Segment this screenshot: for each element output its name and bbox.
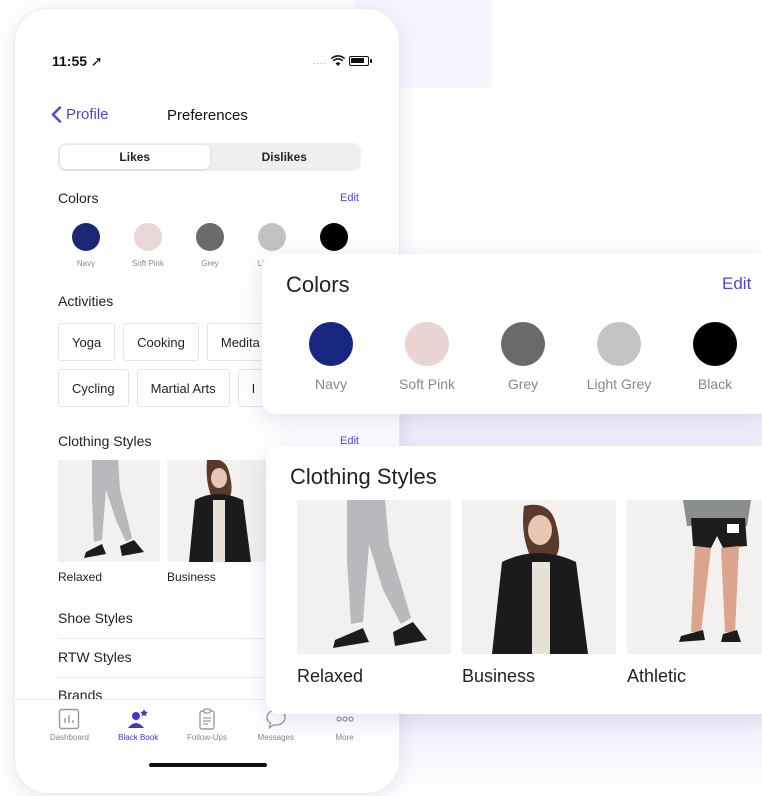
athletic-shorts-illustration [679,500,751,642]
athletic-style-image [627,500,762,654]
relaxed-style-image [58,460,160,562]
tab-dashboard[interactable]: Dashboard [39,700,99,749]
swatch-dot [72,223,100,251]
color-swatch[interactable]: Soft Pink [379,322,475,392]
swatch-label: Navy [76,259,96,268]
clothing-style-card[interactable]: Relaxed [297,500,451,687]
activity-chip-row: Yoga Cooking Medita [58,323,274,361]
swatch-dot [405,322,449,366]
coat-model-illustration [492,504,588,654]
swatch-dot [309,322,353,366]
tab-label: Follow-Ups [186,733,227,742]
segment-dislikes[interactable]: Dislikes [210,145,360,169]
colors-edit-link[interactable]: Edit [340,192,359,204]
color-swatch[interactable]: Black [667,322,762,392]
swatch-label: Light Grey [586,376,652,392]
swatch-label: Navy [315,376,347,392]
color-swatch[interactable]: Light Grey [571,322,667,392]
jogger-pants-illustration [333,500,427,648]
home-indicator [149,763,267,767]
style-caption: Business [462,666,536,686]
likes-dislikes-segmented-control: Likes Dislikes [58,143,361,171]
swatch-dot [134,223,162,251]
back-label: Profile [66,106,109,123]
wifi-icon [331,55,345,66]
tab-label: Black Book [118,733,159,742]
style-caption: Business [167,570,216,584]
activity-chip[interactable]: Cooking [123,323,199,361]
colors-heading: Colors [58,190,99,206]
chart-icon [59,708,80,730]
swatch-label: Black [697,376,733,392]
battery-icon [349,56,372,66]
clothing-style-card[interactable]: Athletic [627,500,762,687]
background-panel [398,412,762,448]
tab-label: Dashboard [49,733,89,742]
page-title: Preferences [167,107,248,124]
segment-likes[interactable]: Likes [60,145,210,169]
swatch-dot [258,223,286,251]
status-time: 11:55 ➚ [52,53,103,69]
coat-model-illustration [189,460,251,562]
relaxed-style-image [297,500,451,654]
clothing-styles-card-title: Clothing Styles [290,464,437,489]
clothing-styles-card: Clothing Styles Relaxed Business Athleti… [266,446,762,714]
clothing-style-row: Relaxed Business [297,500,762,687]
swatch-label: Soft Pink [131,259,164,268]
business-style-image [462,500,616,654]
swatch-label: Grey [201,259,219,268]
color-swatch[interactable]: Navy [283,322,379,392]
swatch-dot [501,322,545,366]
tab-label: More [335,733,354,742]
style-caption: Relaxed [297,666,364,686]
style-caption: Athletic [627,666,687,686]
tab-follow-ups[interactable]: Follow-Ups [177,700,237,749]
tab-black-book[interactable]: Black Book [108,700,168,749]
swatch-dot [693,322,737,366]
colors-card: Colors Edit Navy Soft Pink Grey Light Gr… [262,254,762,414]
activities-heading: Activities [58,293,114,309]
color-swatch[interactable]: Navy [55,223,117,268]
clothing-style-card[interactable]: Business [167,460,269,584]
colors-card-title: Colors [286,272,350,297]
signal-icon: .... [312,56,327,66]
clothing-style-row: Relaxed Business [58,460,269,584]
color-swatch[interactable]: Soft Pink [117,223,179,268]
swatch-dot [597,322,641,366]
activity-chip[interactable]: Yoga [58,323,116,361]
swatch-label: Soft Pink [398,376,456,392]
color-swatch-row: Navy Soft Pink Grey Light Grey Black [283,322,762,392]
color-swatch[interactable]: Grey [179,223,241,268]
activity-chip-row: Cycling Martial Arts I [58,369,270,407]
status-bar: 11:55 ➚ .... [15,53,399,73]
swatch-dot [320,223,348,251]
clothing-styles-heading: Clothing Styles [58,433,152,449]
swatch-label: Grey [507,376,539,392]
users-star-icon [128,709,149,728]
color-swatch[interactable]: Grey [475,322,571,392]
business-style-image [167,460,269,562]
tab-label: Messages [257,733,295,742]
activity-chip[interactable]: Cycling [58,369,129,407]
jogger-pants-illustration [84,460,144,558]
chevron-left-icon [51,106,62,123]
swatch-dot [196,223,224,251]
back-button[interactable]: Profile [51,106,109,123]
clipboard-icon [199,708,215,730]
activity-chip[interactable]: Martial Arts [136,369,230,407]
clothing-style-card[interactable]: Relaxed [58,460,160,584]
colors-card-edit-link[interactable]: Edit [722,274,751,294]
clothing-style-card[interactable]: Business [462,500,616,687]
style-caption: Relaxed [58,570,103,584]
status-icons: .... [312,55,372,67]
